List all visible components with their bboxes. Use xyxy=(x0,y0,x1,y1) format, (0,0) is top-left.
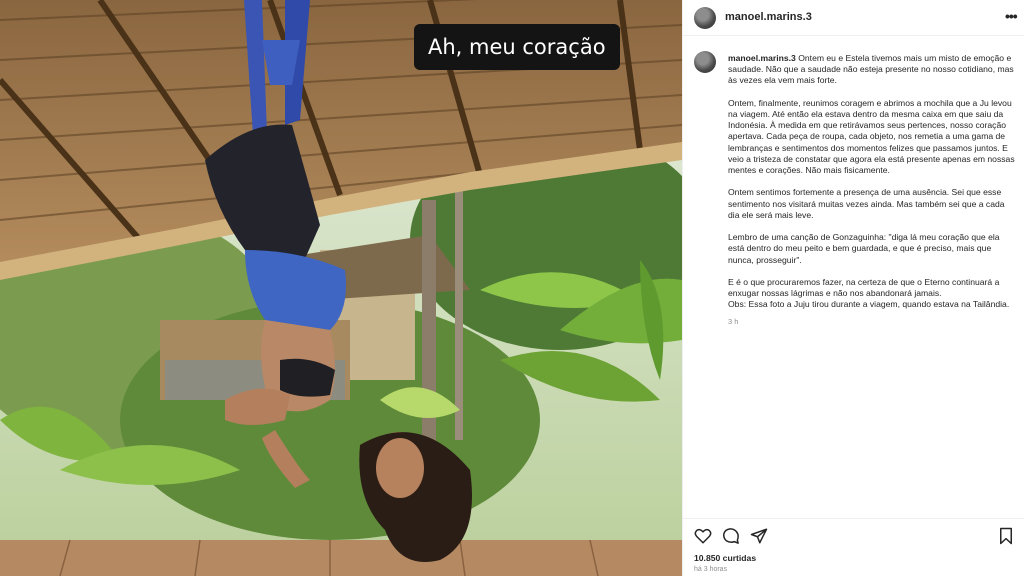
post-caption: manoel.marins.3 Ontem eu e Estela tivemo… xyxy=(728,53,1018,327)
caption-avatar[interactable] xyxy=(694,51,716,73)
heart-icon[interactable] xyxy=(694,527,712,545)
caption-timestamp: 3 h xyxy=(728,316,739,326)
comment-icon[interactable] xyxy=(722,527,740,545)
bookmark-icon[interactable] xyxy=(997,527,1015,545)
caption-paragraph: manoel.marins.3 Ontem eu e Estela tivemo… xyxy=(728,53,1014,86)
header-username[interactable]: manoel.marins.3 xyxy=(725,11,812,23)
post-photo: Ah, meu coração xyxy=(0,0,682,576)
caption-paragraph: E é o que procuraremos fazer, na certeza… xyxy=(728,277,1000,299)
action-bar: 10.850 curtidas há 3 horas xyxy=(683,518,1024,576)
caption-username[interactable]: manoel.marins.3 xyxy=(728,53,796,63)
caption-paragraph: Obs: Essa foto a Juju tirou durante a vi… xyxy=(728,299,1010,310)
caption-paragraph: Ontem, finalmente, reunimos coragem e ab… xyxy=(728,97,1015,176)
caption-paragraph: Lembro de uma canção de Gonzaguinha: "di… xyxy=(728,232,1000,265)
likes-count[interactable]: 10.850 curtidas xyxy=(694,553,756,563)
caption-paragraph: Ontem sentimos fortemente a presença de … xyxy=(728,187,1005,220)
photo-illustration xyxy=(0,0,682,576)
photo-caption-overlay: Ah, meu coração xyxy=(414,24,620,70)
ellipsis-icon[interactable]: ••• xyxy=(1005,8,1018,24)
post-panel: manoel.marins.3 ••• manoel.marins.3 Onte… xyxy=(682,0,1024,576)
caption-area: manoel.marins.3 Ontem eu e Estela tivemo… xyxy=(683,36,1024,516)
send-icon[interactable] xyxy=(750,527,768,545)
post-timestamp: há 3 horas xyxy=(694,566,728,573)
avatar[interactable] xyxy=(694,7,716,29)
post-header: manoel.marins.3 ••• xyxy=(683,0,1024,36)
